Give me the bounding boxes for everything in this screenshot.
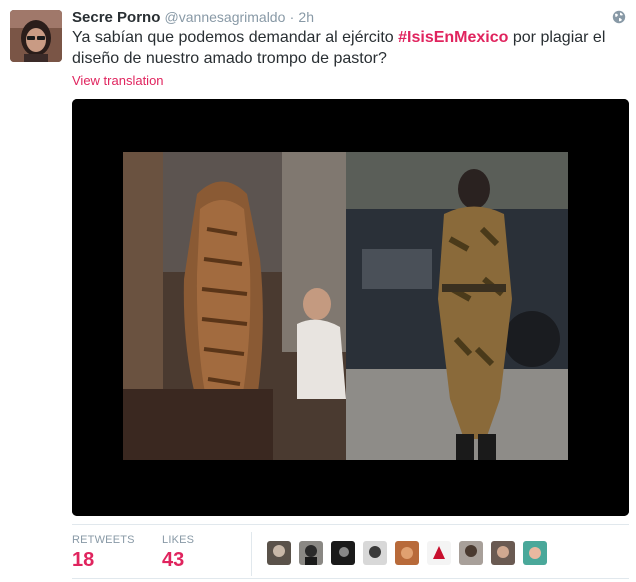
liker-avatar[interactable]	[395, 541, 419, 565]
liker-avatar[interactable]	[299, 541, 323, 565]
retweets-count: 18	[72, 549, 95, 571]
likes-label: LIKES	[162, 534, 195, 546]
stats-bottom-divider	[72, 578, 629, 579]
liker-avatar[interactable]	[427, 541, 451, 565]
retweets-stat[interactable]: RETWEETS 18	[72, 534, 135, 572]
tweet-timestamp[interactable]: 2h	[298, 9, 314, 25]
soldier-photo	[346, 152, 568, 460]
likes-count: 43	[162, 549, 185, 571]
author-name[interactable]: Secre Porno	[72, 9, 160, 26]
liker-avatar[interactable]	[363, 541, 387, 565]
likes-stat[interactable]: LIKES 43	[162, 534, 194, 572]
liker-avatar[interactable]	[523, 541, 547, 565]
liker-avatar[interactable]	[491, 541, 515, 565]
tweet-text-before: Ya sabían que podemos demandar al ejérci…	[72, 29, 399, 46]
stats-top-divider	[72, 524, 629, 525]
stats-separator	[251, 532, 252, 576]
globe-icon	[612, 10, 626, 24]
author-avatar[interactable]	[10, 10, 62, 62]
liker-avatar[interactable]	[331, 541, 355, 565]
tweet-text: Ya sabían que podemos demandar al ejérci…	[72, 27, 622, 69]
liker-avatar[interactable]	[459, 541, 483, 565]
time-separator: ·	[289, 9, 295, 25]
view-translation-link[interactable]: View translation	[72, 73, 164, 88]
hashtag-link[interactable]: #IsisEnMexico	[398, 29, 508, 46]
tweet-media[interactable]	[72, 99, 629, 516]
media-image	[72, 99, 629, 516]
tweet-header: Secre Porno @vannesagrimaldo · 2h	[72, 9, 314, 26]
liker-avatar[interactable]	[267, 541, 291, 565]
retweets-label: RETWEETS	[72, 534, 135, 546]
trompo-photo	[123, 152, 346, 460]
author-handle[interactable]: @vannesagrimaldo	[165, 9, 286, 25]
